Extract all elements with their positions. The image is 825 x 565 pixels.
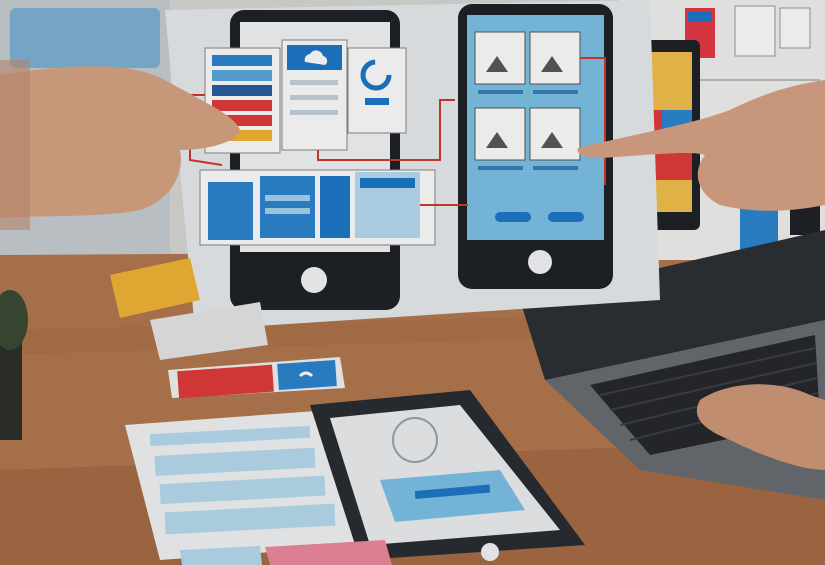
wireframing-workspace-scene <box>0 0 825 565</box>
photo-tone-overlay <box>0 0 825 565</box>
